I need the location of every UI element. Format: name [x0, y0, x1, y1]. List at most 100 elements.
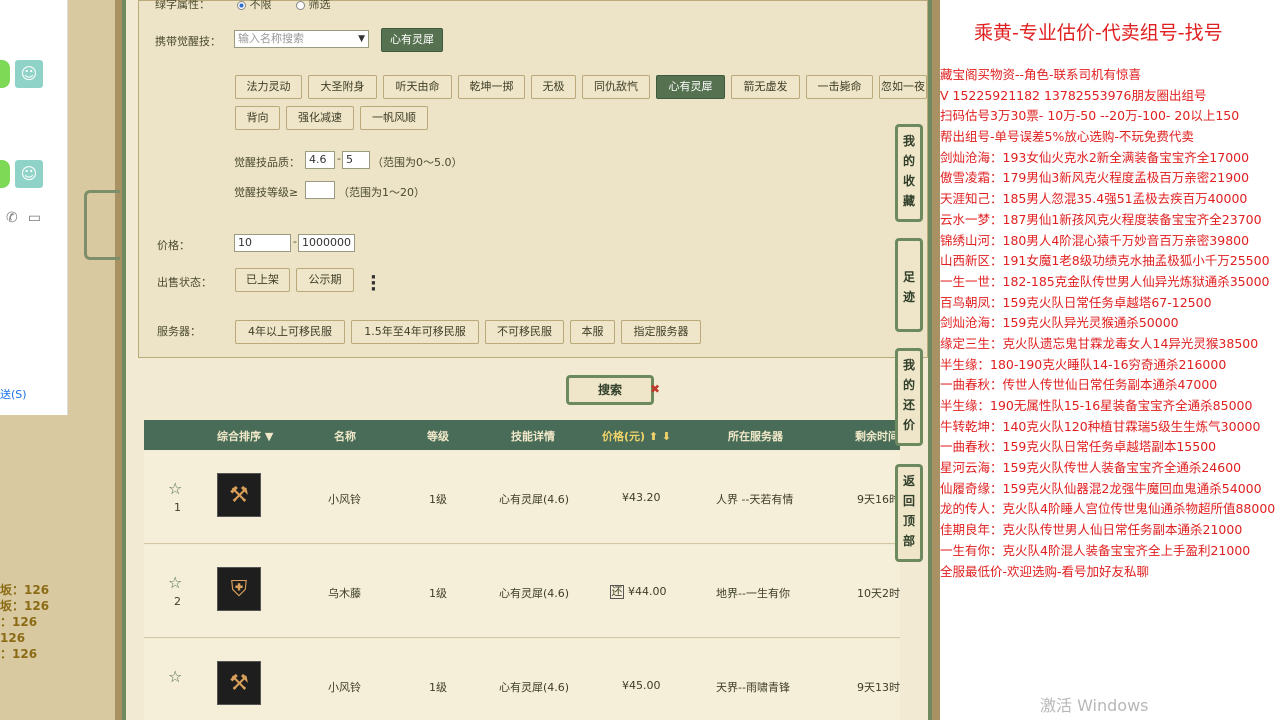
text-line: 扫码估号3万30票- 10万-50 --20万-100- 20以上150: [940, 108, 1240, 124]
filter-panel: [138, 0, 928, 358]
item-skill: 心有灵犀(4.6): [499, 681, 570, 694]
server-option[interactable]: 本服: [570, 320, 615, 344]
item-name[interactable]: 小风铃: [328, 679, 361, 695]
server-option[interactable]: 4年以上可移民服: [235, 320, 345, 344]
radio-icon: [296, 0, 305, 10]
skill-option[interactable]: 乾坤一掷: [458, 75, 525, 99]
text-line: 一曲春秋：传世人传世仙日常任务副本通杀47000: [940, 377, 1218, 393]
item-server: 地界--一生有你: [716, 587, 790, 600]
item-name[interactable]: 小风铃: [328, 491, 361, 507]
item-name[interactable]: 乌木藤: [328, 585, 361, 601]
range-dash: -: [293, 235, 297, 248]
side-tab-favorites[interactable]: 我的收藏: [895, 124, 923, 222]
stat-line: ：126: [0, 615, 38, 629]
select-placeholder: 输入名称搜索: [238, 32, 304, 45]
favorite-star-icon[interactable]: ☆: [168, 667, 182, 686]
text-line: 山西新区：191女魔1老8级功绩克水抽孟极狐小千万25500: [940, 253, 1270, 269]
item-skill: 心有灵犀(4.6): [499, 493, 570, 506]
send-button[interactable]: 送(S): [0, 386, 27, 402]
search-button[interactable]: 搜索: [566, 375, 654, 405]
table-row[interactable]: ☆ 2 ⛨ 乌木藤 1级 心有灵犀(4.6) 还 ¥44.00 地界--一生有你 …: [144, 545, 900, 638]
radio-label: 筛选: [308, 0, 331, 11]
skill-option[interactable]: 背向: [235, 106, 280, 130]
skill-option[interactable]: 大圣附身: [308, 75, 377, 99]
text-line: 半生缘：180-190克火睡队14-16穷奇通杀216000: [940, 356, 1227, 372]
item-image-icon[interactable]: ⚒: [217, 661, 261, 705]
item-price-wrap: 还 ¥44.00: [610, 585, 667, 599]
text-line: 一生一世：182-185克金队传世男人仙异光炼狱通杀35000: [940, 273, 1270, 289]
listing-text: 藏宝阁买物资--角色-联系司机有惊喜 V 15225921182 1378255…: [940, 65, 1280, 582]
stat-line: 坂：126: [0, 583, 50, 597]
side-tab-history[interactable]: 足迹: [895, 238, 923, 332]
text-line: 一曲春秋：159克火队日常任务卓越塔副本15500: [940, 439, 1217, 455]
item-time: 9天13时: [857, 681, 900, 694]
sort-header[interactable]: 综合排序 ▼: [217, 428, 273, 444]
stat-line: ：126: [0, 647, 38, 661]
price-max-input[interactable]: 1000000: [298, 234, 355, 252]
item-price: ¥43.20: [622, 491, 661, 504]
item-server: 天界--雨啸青锋: [716, 681, 790, 694]
text-line: 云水一梦：187男仙1新孩风克火程度装备宝宝齐全23700: [940, 211, 1262, 227]
level-hint: （范围为1～20）: [338, 186, 425, 199]
radio-filter[interactable]: 筛选: [296, 0, 331, 12]
table-row[interactable]: ☆ ⚒ 小风铃 1级 心有灵犀(4.6) ¥45.00 天界--雨啸青锋 9天1…: [144, 639, 900, 720]
item-image-icon[interactable]: ⛨: [217, 567, 261, 611]
text-line: 龙的传人：克火队4阶睡人宫位传世鬼仙通杀物超所值88000: [940, 501, 1276, 517]
server-option[interactable]: 1.5年至4年可移民服: [351, 320, 479, 344]
skill-option-active[interactable]: 心有灵犀: [656, 75, 725, 99]
chat-bubble-sent: [0, 60, 10, 88]
skill-option[interactable]: 强化减速: [286, 106, 354, 130]
text-line: 藏宝阁买物资--角色-联系司机有惊喜: [940, 67, 1142, 82]
item-price: ¥45.00: [622, 679, 661, 692]
radio-icon: [237, 0, 246, 10]
skill-header: 技能详情: [511, 430, 555, 443]
server-header: 所在服务器: [728, 430, 783, 443]
side-tab-my-offers[interactable]: 我的还价: [895, 348, 923, 446]
skill-option[interactable]: 无极: [531, 75, 576, 99]
call-icons[interactable]: ✆▭: [6, 210, 51, 226]
server-option[interactable]: 不可移民服: [485, 320, 564, 344]
text-line: 锦绣山河：180男人4阶混心猿千万妙音百万亲密39800: [940, 232, 1250, 248]
skill-option[interactable]: 箭无虚发: [731, 75, 800, 99]
skill-option[interactable]: 听天由命: [383, 75, 452, 99]
server-option[interactable]: 指定服务器: [621, 320, 701, 344]
text-line: V 15225921182 13782553976朋友圈出组号: [940, 87, 1207, 103]
skill-option[interactable]: 法力灵动: [235, 75, 302, 99]
text-line: 星河云海：159克火队传世人装备宝宝齐全通杀24600: [940, 460, 1242, 476]
skill-option[interactable]: 一帆风顺: [360, 106, 428, 130]
range-dash: -: [337, 152, 341, 165]
side-tab-back-to-top[interactable]: 返回顶部: [895, 464, 923, 562]
status-public-button[interactable]: 公示期: [296, 268, 354, 292]
skill-option[interactable]: 同仇敌忾: [582, 75, 650, 99]
skill-option[interactable]: 忽如一夜: [879, 75, 927, 99]
contact-avatar[interactable]: ☺: [15, 160, 43, 188]
awaken-skill-label: 携带觉醒技：: [155, 35, 221, 48]
status-listed-button[interactable]: 已上架: [235, 268, 290, 292]
price-min-input[interactable]: 10: [234, 234, 291, 252]
table-row[interactable]: ☆ 1 ⚒ 小风铃 1级 心有灵犀(4.6) ¥43.20 人界 --天若有情 …: [144, 451, 900, 544]
quality-min-input[interactable]: 4.6: [305, 151, 335, 169]
text-line: 百鸟朝凤：159克火队日常任务卓越塔67-12500: [940, 294, 1212, 310]
item-image-icon[interactable]: ⚒: [217, 473, 261, 517]
price-sort-header[interactable]: 价格(元) ⬆ ⬇: [602, 428, 671, 444]
favorite-star-icon[interactable]: ☆: [168, 573, 182, 592]
level-input[interactable]: [305, 181, 335, 199]
awaken-skill-select[interactable]: 输入名称搜索 ▼: [234, 30, 369, 48]
server-label: 服务器：: [157, 325, 201, 338]
more-options-icon[interactable]: · · ·: [370, 269, 377, 299]
skill-option[interactable]: 一击毙命: [806, 75, 873, 99]
favorite-star-icon[interactable]: ☆: [168, 479, 182, 498]
time-header: 剩余时间: [855, 430, 899, 443]
level-header: 等级: [427, 430, 449, 443]
radio-unlimited[interactable]: 不限: [237, 0, 272, 12]
selected-skill-tag[interactable]: 心有灵犀: [381, 28, 443, 52]
text-line: 缘定三生：克火队遗忘鬼甘霖龙毒女人14异光灵猴38500: [940, 335, 1259, 351]
quality-max-input[interactable]: 5: [342, 151, 370, 169]
stats-list: 坂：126 坂：126 ：126 126 ：126: [0, 582, 60, 662]
item-level: 1级: [429, 587, 447, 600]
bargain-icon[interactable]: 还: [610, 585, 624, 599]
radio-label: 不限: [249, 0, 272, 11]
contact-avatar[interactable]: ☺: [15, 60, 43, 88]
quality-label: 觉醒技品质：: [234, 156, 300, 169]
price-label: 价格：: [157, 239, 190, 252]
